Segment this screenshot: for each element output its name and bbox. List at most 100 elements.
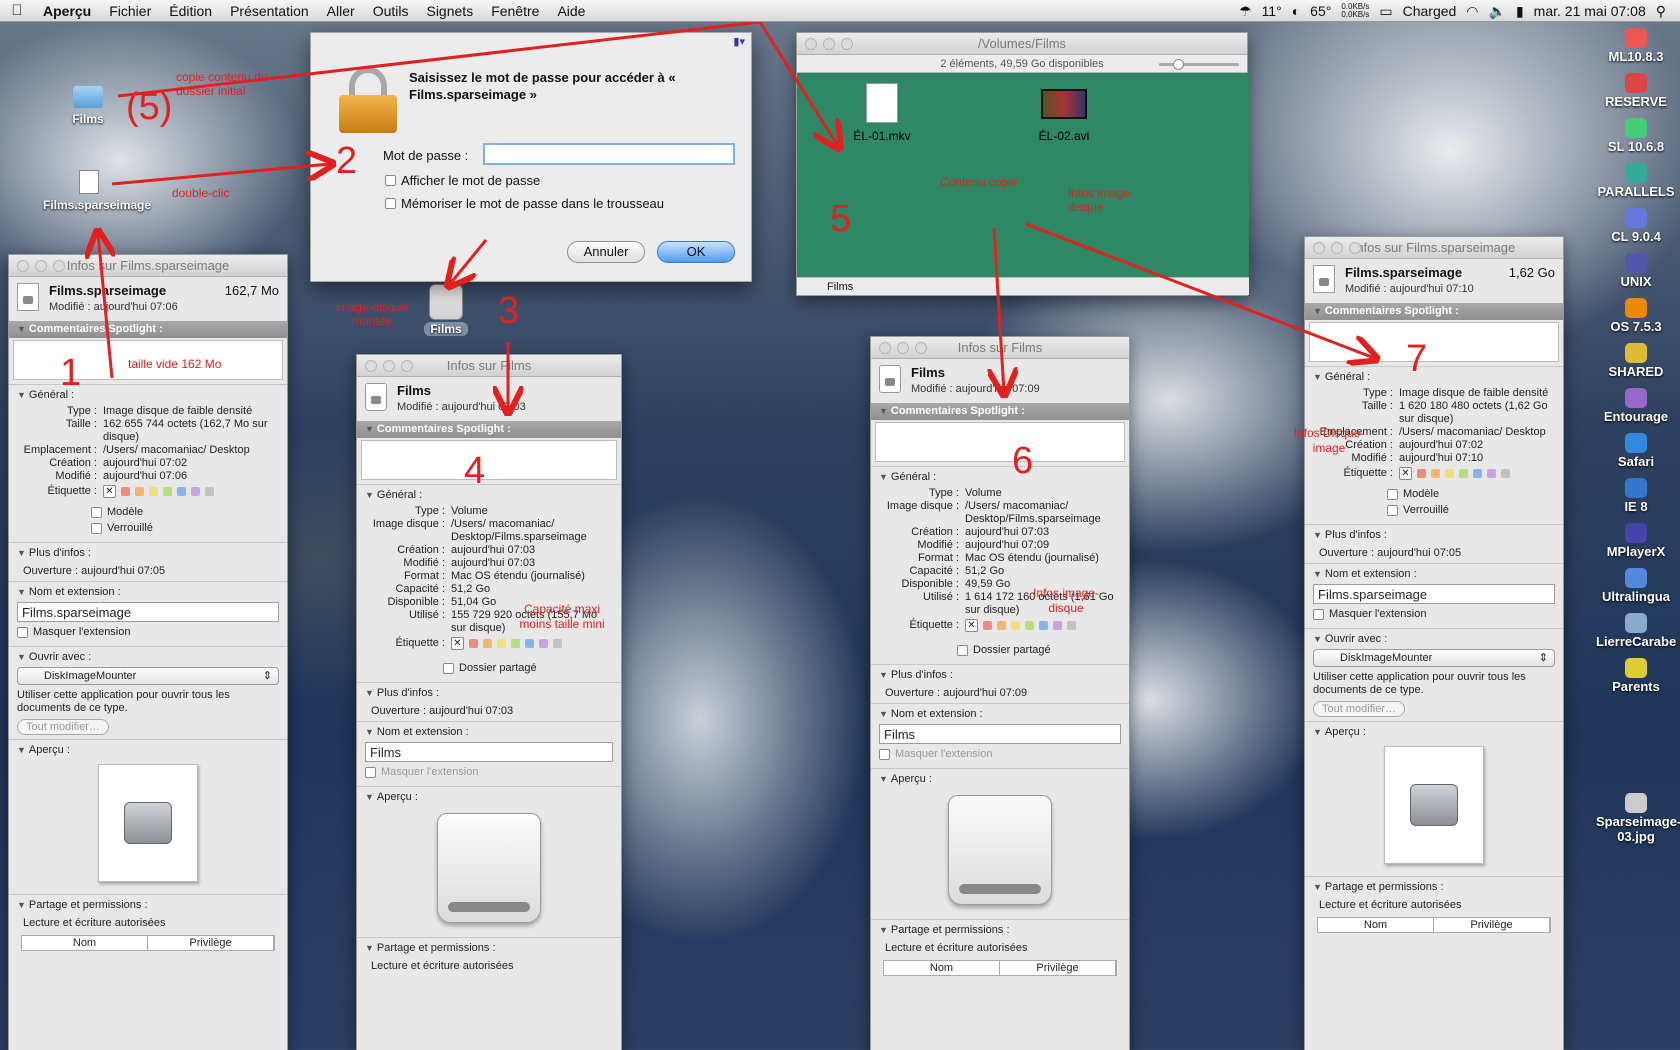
info-titlebar[interactable]: Infos sur Films: [357, 355, 621, 377]
spotlight-section[interactable]: ▼ Commentaires Spotlight :: [9, 321, 287, 338]
menu-aide[interactable]: Aide: [548, 3, 594, 19]
menu-outils[interactable]: Outils: [364, 3, 418, 19]
col-name[interactable]: Nom: [22, 936, 148, 950]
close-button[interactable]: [1313, 242, 1325, 254]
sharing-header[interactable]: ▼ Partage et permissions :: [1313, 881, 1555, 893]
locked-checkbox[interactable]: Verrouillé: [1387, 504, 1555, 516]
desktop-icon-sparseimage[interactable]: Films.sparseimage: [43, 170, 151, 212]
zoom-button[interactable]: [401, 360, 413, 372]
menu-aller[interactable]: Aller: [318, 3, 364, 19]
label-swatches[interactable]: ✕: [965, 619, 1121, 632]
desktop-volume-icon[interactable]: Parents: [1596, 658, 1676, 694]
name-field[interactable]: Films.sparseimage: [1313, 584, 1555, 604]
weather-icon[interactable]: ☂: [1239, 3, 1252, 20]
desktop-icon-mounted-volume[interactable]: Films: [406, 284, 486, 336]
col-name[interactable]: Nom: [1318, 918, 1434, 932]
desktop-volume-icon[interactable]: UNIX: [1596, 253, 1676, 289]
desktop-volume-icon[interactable]: Entourage: [1596, 388, 1676, 424]
volume-icon[interactable]: 🔈: [1489, 3, 1506, 20]
preview-header[interactable]: ▼ Aperçu :: [879, 773, 1121, 785]
preview-header[interactable]: ▼ Aperçu :: [365, 791, 613, 803]
open-with-header[interactable]: ▼ Ouvrir avec :: [17, 651, 279, 663]
spotlight-comments[interactable]: [1309, 322, 1559, 362]
temperature-1[interactable]: 11°: [1262, 3, 1282, 19]
temperature-2[interactable]: 65°: [1310, 3, 1331, 19]
name-header[interactable]: ▼ Nom et extension :: [1313, 568, 1555, 580]
label-swatches[interactable]: ✕: [451, 637, 613, 650]
path-item[interactable]: Films: [827, 281, 853, 293]
zoom-button[interactable]: [841, 38, 853, 50]
hide-extension-checkbox[interactable]: Masquer l'extension: [17, 626, 279, 638]
spotlight-comments[interactable]: [875, 422, 1125, 462]
menu-edition[interactable]: Édition: [160, 3, 221, 19]
password-input[interactable]: [483, 143, 735, 165]
menu-fenetre[interactable]: Fenêtre: [482, 3, 548, 19]
name-header[interactable]: ▼ Nom et extension :: [365, 726, 613, 738]
battery-status[interactable]: Charged: [1403, 3, 1457, 19]
hide-extension-checkbox[interactable]: Masquer l'extension: [1313, 608, 1555, 620]
desktop-volume-icon[interactable]: LierreCarabe: [1596, 613, 1676, 649]
info-titlebar[interactable]: Infos sur Films.sparseimage: [1305, 237, 1563, 259]
menu-signets[interactable]: Signets: [417, 3, 482, 19]
desktop-volume-icon[interactable]: RESERVE: [1596, 73, 1676, 109]
close-button[interactable]: [17, 260, 29, 272]
menu-fichier[interactable]: Fichier: [100, 3, 160, 19]
name-field[interactable]: Films.sparseimage: [17, 602, 279, 622]
info-titlebar[interactable]: Infos sur Films: [871, 337, 1129, 359]
locked-checkbox[interactable]: Verrouillé: [91, 522, 279, 534]
shared-folder-checkbox[interactable]: Dossier partagé: [957, 644, 1121, 656]
wifi-icon[interactable]: ◠: [1466, 3, 1478, 20]
more-info-header[interactable]: ▼ Plus d'infos :: [17, 547, 279, 559]
general-header[interactable]: ▼ Général :: [1313, 371, 1555, 383]
template-checkbox[interactable]: Modèle: [91, 506, 279, 518]
menu-presentation[interactable]: Présentation: [221, 3, 318, 19]
desktop-volume-icon[interactable]: ML10.8.3: [1596, 28, 1676, 64]
col-privilege[interactable]: Privilège: [1000, 961, 1116, 975]
open-with-popup[interactable]: DiskImageMounter ⇕: [17, 667, 279, 685]
hide-extension-checkbox[interactable]: Masquer l'extension: [365, 766, 613, 778]
change-all-button[interactable]: Tout modifier…: [17, 719, 109, 735]
desktop-volume-icon[interactable]: Sparseimage-03.jpg: [1596, 793, 1680, 844]
minimize-button[interactable]: [383, 360, 395, 372]
zoom-button[interactable]: [915, 342, 927, 354]
menu-app[interactable]: Aperçu: [34, 3, 100, 19]
general-header[interactable]: ▼ Général :: [879, 471, 1121, 483]
minimize-button[interactable]: [823, 38, 835, 50]
name-header[interactable]: ▼ Nom et extension :: [879, 708, 1121, 720]
shared-folder-checkbox[interactable]: Dossier partagé: [443, 662, 613, 674]
close-button[interactable]: [805, 38, 817, 50]
spotlight-section[interactable]: ▼ Commentaires Spotlight :: [1305, 303, 1563, 320]
desktop-volume-icon[interactable]: OS 7.5.3: [1596, 298, 1676, 334]
icon-size-slider[interactable]: [1159, 59, 1239, 70]
apple-menu-icon[interactable]: : [0, 2, 34, 19]
preview-header[interactable]: ▼ Aperçu :: [1313, 726, 1555, 738]
keyboard-flag-icon[interactable]: ▮▾: [733, 35, 745, 48]
desktop-icon-films-folder[interactable]: Films: [43, 86, 133, 126]
general-header[interactable]: ▼ Général :: [365, 489, 613, 501]
preview-header[interactable]: ▼ Aperçu :: [17, 744, 279, 756]
col-name[interactable]: Nom: [884, 961, 1000, 975]
name-field[interactable]: Films: [879, 724, 1121, 744]
ok-button[interactable]: OK: [657, 241, 735, 263]
info-titlebar[interactable]: Infos sur Films.sparseimage: [9, 255, 287, 277]
col-privilege[interactable]: Privilège: [1434, 918, 1550, 932]
file-el02[interactable]: ÉL-02.avi: [1019, 83, 1109, 143]
flag-icon[interactable]: ▮: [1516, 3, 1524, 20]
spotlight-comments[interactable]: [361, 440, 617, 480]
remember-password-checkbox[interactable]: Mémoriser le mot de passe dans le trouss…: [385, 196, 664, 211]
sharing-header[interactable]: ▼ Partage et permissions :: [365, 942, 613, 954]
more-info-header[interactable]: ▼ Plus d'infos :: [365, 687, 613, 699]
desktop-volume-icon[interactable]: PARALLELS: [1596, 163, 1676, 199]
desktop-volume-icon[interactable]: MPlayerX: [1596, 523, 1676, 559]
open-with-popup[interactable]: DiskImageMounter ⇕: [1313, 649, 1555, 667]
network-speed[interactable]: 0.0KB/s 0.0KB/s: [1341, 3, 1369, 19]
minimize-button[interactable]: [1331, 242, 1343, 254]
cpu-icon[interactable]: ◐: [1292, 3, 1300, 19]
hide-extension-checkbox[interactable]: Masquer l'extension: [879, 748, 1121, 760]
sharing-header[interactable]: ▼ Partage et permissions :: [17, 899, 279, 911]
more-info-header[interactable]: ▼ Plus d'infos :: [879, 669, 1121, 681]
spotlight-section[interactable]: ▼ Commentaires Spotlight :: [871, 403, 1129, 420]
close-button[interactable]: [879, 342, 891, 354]
finder-titlebar[interactable]: /Volumes/Films: [797, 33, 1247, 55]
name-header[interactable]: ▼ Nom et extension :: [17, 586, 279, 598]
